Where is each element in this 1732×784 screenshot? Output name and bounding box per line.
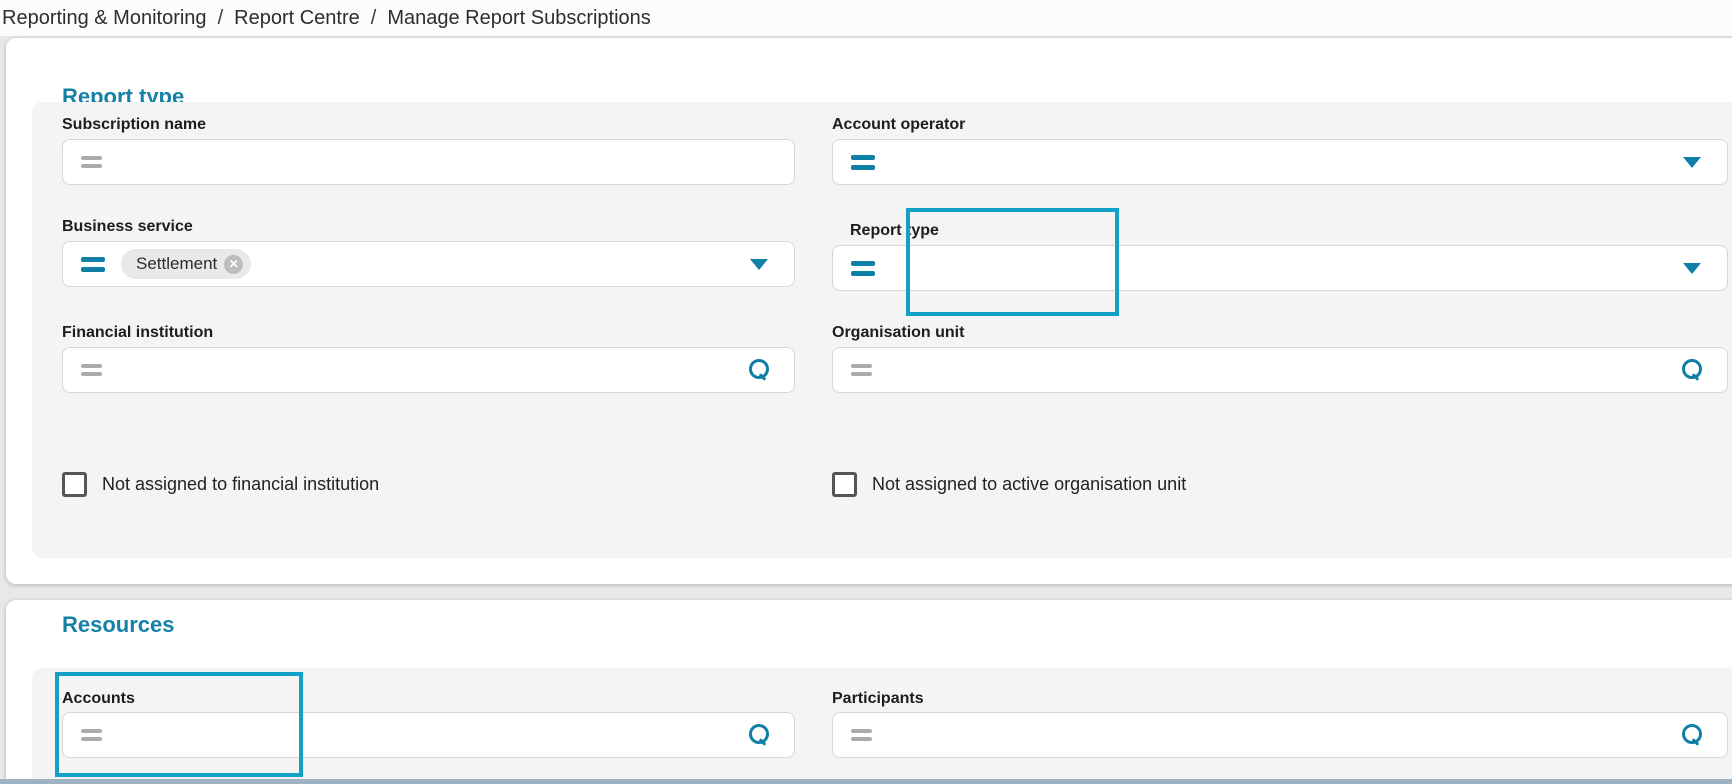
breadcrumb-separator: / bbox=[218, 7, 224, 30]
not-assigned-fi-checkbox[interactable] bbox=[62, 472, 87, 497]
account-operator-dropdown[interactable] bbox=[832, 139, 1728, 185]
equals-filter-icon bbox=[851, 155, 875, 170]
resources-section-title: Resources bbox=[62, 612, 175, 638]
chevron-down-icon[interactable] bbox=[1683, 157, 1701, 168]
breadcrumb-separator: / bbox=[371, 7, 377, 30]
chevron-down-icon[interactable] bbox=[1683, 263, 1701, 274]
breadcrumb: Reporting & Monitoring / Report Centre /… bbox=[0, 0, 1732, 36]
not-assigned-ou-row: Not assigned to active organisation unit bbox=[832, 472, 1728, 497]
not-assigned-fi-label: Not assigned to financial institution bbox=[102, 474, 379, 495]
breadcrumb-item-report-centre[interactable]: Report Centre bbox=[234, 7, 360, 30]
selected-tag-settlement: Settlement ✕ bbox=[121, 249, 251, 279]
organisation-unit-label: Organisation unit bbox=[832, 324, 1728, 342]
equals-filter-icon bbox=[81, 257, 105, 272]
participants-label: Participants bbox=[832, 690, 1728, 708]
breadcrumb-item-manage-report-subscriptions: Manage Report Subscriptions bbox=[387, 7, 650, 30]
account-operator-label: Account operator bbox=[832, 116, 1728, 134]
report-type-field-label: Report type bbox=[850, 222, 1732, 240]
breadcrumb-item-reporting-monitoring[interactable]: Reporting & Monitoring bbox=[2, 7, 207, 30]
equals-filter-icon bbox=[851, 364, 872, 376]
report-type-filter-panel: Subscription name Account operator Busin… bbox=[32, 102, 1732, 558]
equals-filter-icon bbox=[851, 261, 875, 276]
accounts-search-input[interactable] bbox=[62, 712, 795, 758]
subscription-name-input[interactable] bbox=[62, 139, 795, 185]
equals-filter-icon bbox=[81, 156, 102, 168]
search-icon[interactable] bbox=[1681, 359, 1703, 381]
not-assigned-ou-label: Not assigned to active organisation unit bbox=[872, 474, 1186, 495]
report-type-dropdown[interactable] bbox=[832, 245, 1728, 291]
bottom-edge-bar bbox=[0, 779, 1732, 784]
subscription-name-label: Subscription name bbox=[62, 116, 795, 134]
selected-tag-label: Settlement bbox=[136, 254, 217, 274]
not-assigned-fi-row: Not assigned to financial institution bbox=[62, 472, 795, 497]
participants-search-input[interactable] bbox=[832, 712, 1728, 758]
search-icon[interactable] bbox=[1681, 724, 1703, 746]
financial-institution-label: Financial institution bbox=[62, 324, 795, 342]
accounts-label: Accounts bbox=[62, 690, 795, 708]
resources-card: Resources Accounts Participants bbox=[6, 600, 1732, 784]
chevron-down-icon[interactable] bbox=[750, 259, 768, 270]
not-assigned-ou-checkbox[interactable] bbox=[832, 472, 857, 497]
equals-filter-icon bbox=[81, 364, 102, 376]
resources-filter-panel: Accounts Participants bbox=[32, 668, 1732, 784]
business-service-dropdown[interactable]: Settlement ✕ bbox=[62, 241, 795, 287]
business-service-label: Business service bbox=[62, 218, 795, 236]
report-type-card: Report type Subscription name Account op… bbox=[6, 38, 1732, 584]
equals-filter-icon bbox=[851, 729, 872, 741]
search-icon[interactable] bbox=[748, 359, 770, 381]
equals-filter-icon bbox=[81, 729, 102, 741]
close-icon[interactable]: ✕ bbox=[224, 255, 243, 274]
search-icon[interactable] bbox=[748, 724, 770, 746]
financial-institution-search-input[interactable] bbox=[62, 347, 795, 393]
organisation-unit-search-input[interactable] bbox=[832, 347, 1728, 393]
